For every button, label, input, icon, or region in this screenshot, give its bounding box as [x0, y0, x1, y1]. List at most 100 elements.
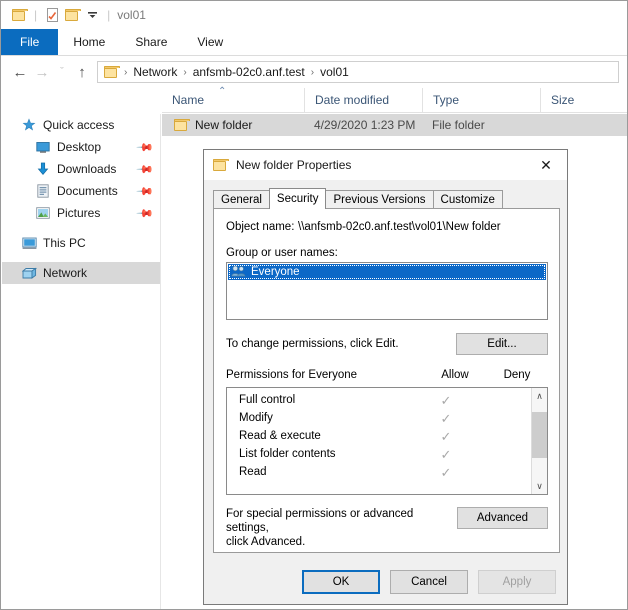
apply-button[interactable]: Apply	[478, 570, 556, 594]
ribbon-tab-share[interactable]: Share	[120, 29, 182, 55]
special-hint-line-1: For special permissions or advanced sett…	[226, 508, 414, 534]
tab-general[interactable]: General	[213, 190, 270, 209]
allow-checkbox[interactable]: ✓	[415, 448, 477, 461]
ok-button[interactable]: OK	[302, 570, 380, 594]
back-button[interactable]: ←	[9, 61, 31, 83]
list-item-label: Everyone	[251, 266, 300, 278]
permissions-list[interactable]: Full control ✓ Modify ✓ Read & execute ✓…	[226, 387, 548, 495]
close-icon[interactable]: ✕	[525, 151, 567, 180]
sidebar-label-downloads: Downloads	[57, 162, 117, 176]
pin-icon-desktop[interactable]: 📌	[136, 138, 155, 156]
breadcrumb[interactable]: › Network › anfsmb-02c0.anf.test › vol01	[97, 61, 619, 83]
ribbon-tab-home[interactable]: Home	[58, 29, 120, 55]
breadcrumb-item-server[interactable]: anfsmb-02c0.anf.test	[193, 65, 305, 79]
dialog-title: New folder Properties	[236, 158, 352, 172]
network-icon	[20, 267, 38, 280]
sidebar-item-documents[interactable]: Documents 📌	[2, 180, 160, 202]
sidebar-gap-2	[2, 254, 160, 262]
documents-icon	[34, 184, 52, 198]
title-bar: | | vol01	[1, 1, 627, 29]
scroll-down-icon[interactable]: ∨	[532, 478, 547, 494]
scrollbar-thumb[interactable]	[532, 412, 547, 458]
permission-label: Read	[239, 466, 267, 478]
sidebar-item-pictures[interactable]: Pictures 📌	[2, 202, 160, 224]
tab-previous-versions[interactable]: Previous Versions	[325, 190, 434, 209]
permission-row[interactable]: Modify ✓	[227, 409, 531, 427]
permission-label: Full control	[239, 394, 296, 406]
file-date-modified-cell: 4/29/2020 1:23 PM	[314, 118, 416, 132]
object-name-value: \\anfsmb-02c0.anf.test\vol01\New folder	[298, 221, 501, 233]
up-button[interactable]: ↑	[71, 61, 93, 83]
column-header-date-modified[interactable]: Date modified	[304, 88, 422, 112]
this-pc-icon	[20, 237, 38, 250]
toolbar-divider-1: |	[34, 8, 38, 22]
sidebar-item-downloads[interactable]: Downloads 📌	[2, 158, 160, 180]
users-group-icon	[231, 265, 249, 280]
column-header-type[interactable]: Type	[422, 88, 540, 112]
forward-button[interactable]: →	[31, 61, 53, 83]
allow-checkbox[interactable]: ✓	[415, 466, 477, 479]
permission-row[interactable]: Read ✓	[227, 463, 531, 481]
permission-row[interactable]: Full control ✓	[227, 391, 531, 409]
tab-customize[interactable]: Customize	[432, 190, 503, 209]
downloads-icon	[34, 162, 52, 176]
permission-label: Modify	[239, 412, 273, 424]
address-bar: ← → ˇ ↑ › Network › anfsmb-02c0.anf.test…	[1, 56, 627, 88]
ribbon-tabs: File Home Share View	[1, 29, 627, 56]
advanced-button[interactable]: Advanced	[456, 507, 548, 529]
tab-security[interactable]: Security	[268, 188, 327, 209]
recent-locations-button[interactable]: ˇ	[53, 61, 71, 83]
scroll-up-icon[interactable]: ∧	[532, 388, 547, 404]
permissions-scrollbar[interactable]: ∧ ∨	[531, 388, 547, 494]
allow-checkbox[interactable]: ✓	[415, 430, 477, 443]
sidebar-label-network: Network	[43, 266, 88, 280]
network-folder-icon[interactable]	[9, 5, 29, 25]
object-name-label: Object name:	[226, 221, 295, 233]
dialog-button-row: OK Cancel Apply	[204, 570, 569, 594]
properties-icon[interactable]	[42, 5, 62, 25]
new-folder-icon[interactable]	[62, 5, 82, 25]
dialog-folder-icon	[213, 159, 229, 171]
breadcrumb-folder-icon	[104, 66, 120, 78]
file-name-label: New folder	[195, 118, 253, 132]
sidebar-item-this-pc[interactable]: This PC	[2, 232, 160, 254]
breadcrumb-separator-1: ›	[183, 66, 187, 78]
column-header-name[interactable]: Name ⌃	[162, 86, 304, 112]
sidebar-item-quick-access[interactable]: Quick access	[2, 114, 160, 136]
edit-button[interactable]: Edit...	[456, 333, 548, 355]
breadcrumb-separator-0: ›	[124, 66, 128, 78]
cancel-button[interactable]: Cancel	[390, 570, 468, 594]
allow-checkbox[interactable]: ✓	[415, 412, 477, 425]
object-name-row: Object name: \\anfsmb-02c0.anf.test\vol0…	[226, 221, 501, 233]
dialog-tabs: General Security Previous Versions Custo…	[213, 188, 560, 209]
pin-icon-documents[interactable]: 📌	[136, 182, 155, 200]
customize-chevron-icon[interactable]	[82, 5, 102, 25]
sidebar-label-pictures: Pictures	[57, 206, 101, 220]
sort-ascending-icon: ⌃	[218, 86, 227, 97]
sidebar-item-network[interactable]: Network	[2, 262, 160, 284]
table-row[interactable]: New folder 4/29/2020 1:23 PM File folder	[162, 114, 627, 136]
pin-icon-pictures[interactable]: 📌	[136, 204, 155, 222]
allow-checkbox[interactable]: ✓	[415, 394, 477, 407]
window-title: vol01	[117, 8, 146, 22]
list-item[interactable]: Everyone	[228, 264, 546, 280]
sidebar-item-desktop[interactable]: Desktop 📌	[2, 136, 160, 158]
dialog-title-bar: New folder Properties ✕	[204, 150, 567, 180]
permissions-title: Permissions for Everyone	[226, 369, 358, 381]
security-tab-page: Object name: \\anfsmb-02c0.anf.test\vol0…	[213, 208, 560, 553]
pin-icon-downloads[interactable]: 📌	[136, 160, 155, 178]
permission-row[interactable]: List folder contents ✓	[227, 445, 531, 463]
file-name-cell[interactable]: New folder	[162, 118, 304, 132]
deny-column-header: Deny	[503, 369, 531, 381]
permission-row[interactable]: Read & execute ✓	[227, 427, 531, 445]
column-headers: Name ⌃ Date modified Type Size	[162, 86, 627, 113]
scrollbar-track[interactable]	[532, 404, 547, 478]
breadcrumb-item-share[interactable]: vol01	[320, 65, 349, 79]
group-or-user-names-list[interactable]: Everyone	[226, 262, 548, 320]
column-header-size[interactable]: Size	[540, 88, 627, 112]
file-type-cell: File folder	[432, 118, 485, 132]
breadcrumb-item-network[interactable]: Network	[133, 65, 177, 79]
ribbon-tab-file[interactable]: File	[1, 29, 59, 55]
ribbon-tab-view[interactable]: View	[182, 29, 238, 55]
change-permissions-row: To change permissions, click Edit. Edit.…	[226, 333, 548, 355]
